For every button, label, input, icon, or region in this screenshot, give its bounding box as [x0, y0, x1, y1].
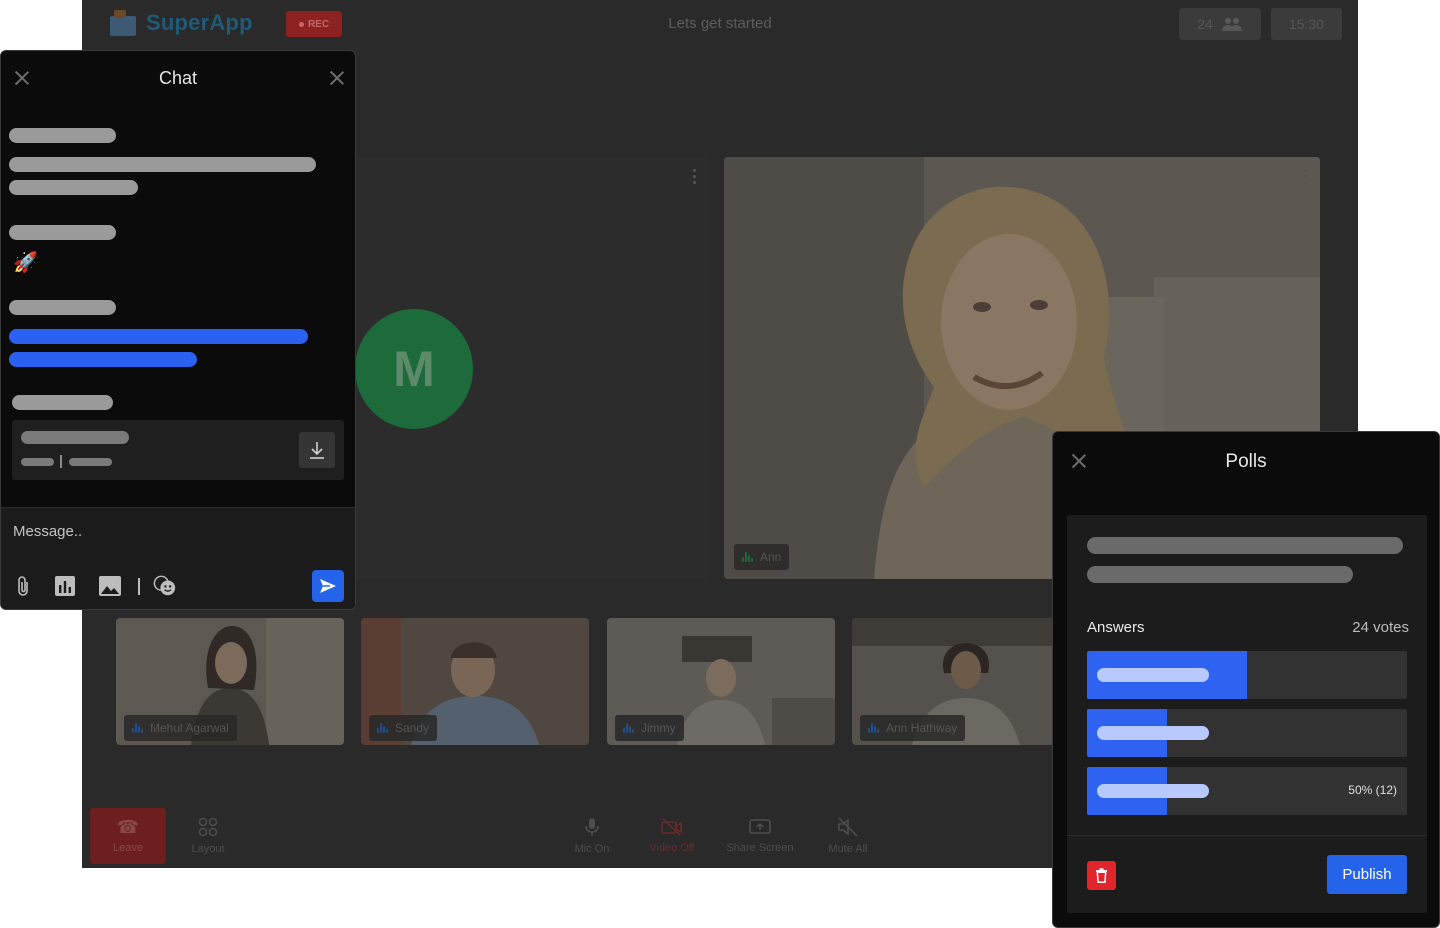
mic-button[interactable]: Mic On — [562, 808, 622, 864]
send-button[interactable] — [312, 570, 344, 602]
layout-label: Layout — [191, 843, 225, 855]
people-icon — [1221, 18, 1242, 31]
answer-text-placeholder — [1097, 668, 1209, 682]
share-screen-button[interactable]: Share Screen — [716, 808, 804, 864]
mic-level-icon — [868, 723, 880, 733]
file-meta-placeholder — [21, 458, 54, 466]
publish-button[interactable]: Publish — [1327, 855, 1407, 894]
leave-button[interactable]: ☎ Leave — [90, 808, 166, 864]
participant-name: Ann — [760, 550, 782, 564]
mic-level-icon — [377, 723, 389, 733]
video-off-icon — [661, 818, 682, 836]
participant-name-tag: Ann Hathway — [860, 715, 966, 741]
chat-header: Chat — [1, 51, 355, 105]
own-message-placeholder — [9, 352, 197, 367]
participant-name: Mehul Agarwal — [150, 721, 229, 735]
send-icon — [320, 579, 336, 593]
participant-name-tag: Ann — [734, 544, 790, 570]
thumbnail-tile[interactable]: Jimmy — [607, 618, 835, 745]
mute-all-button[interactable]: Mute All — [818, 808, 878, 864]
thumbnail-tile[interactable]: Mehul Agarwal — [116, 618, 344, 745]
answer-text-placeholder — [1097, 726, 1209, 740]
participant-count: 24 — [1197, 16, 1213, 32]
answer-result: 50% (12) — [1348, 783, 1397, 797]
message-line-placeholder — [9, 180, 138, 195]
message-sender-placeholder — [12, 395, 113, 410]
attachment-icon — [18, 576, 28, 596]
delete-poll-button[interactable] — [1087, 861, 1116, 890]
question-placeholder — [1087, 537, 1403, 554]
emoji-button[interactable] — [153, 574, 177, 598]
file-name-placeholder — [21, 431, 129, 444]
file-attachment-card[interactable] — [12, 420, 344, 480]
share-label: Share Screen — [726, 842, 794, 854]
chat-composer — [1, 508, 355, 609]
own-message-placeholder — [9, 329, 308, 344]
file-meta-placeholder — [69, 458, 112, 466]
message-sender-placeholder — [9, 128, 116, 143]
participant-name: Sandy — [395, 721, 430, 735]
meta-divider — [60, 455, 62, 468]
polls-title: Polls — [1225, 451, 1267, 472]
participant-name: Ann Hathway — [886, 721, 958, 735]
tile-menu-icon[interactable] — [1304, 169, 1308, 185]
thumbnail-tile[interactable]: Sandy — [361, 618, 589, 745]
poll-button[interactable] — [53, 574, 77, 598]
vote-count: 24 votes — [1352, 619, 1409, 636]
answer-text-placeholder — [1097, 784, 1209, 798]
rocket-emoji: 🚀 — [13, 252, 38, 274]
layout-button[interactable]: Layout — [178, 808, 238, 864]
image-button[interactable] — [98, 574, 122, 598]
video-label: Video Off — [649, 842, 695, 854]
poll-chart-icon — [55, 576, 75, 596]
message-line-placeholder — [9, 157, 316, 172]
mute-all-icon — [838, 817, 858, 837]
message-input[interactable] — [13, 520, 333, 542]
thumbnail-tile[interactable]: Ann Hathway — [852, 618, 1080, 745]
participant-name-tag: Sandy — [369, 715, 438, 741]
microphone-icon — [585, 818, 599, 836]
chat-panel: Chat 🚀 — [0, 50, 356, 610]
message-sender-placeholder — [9, 225, 116, 240]
mic-level-icon — [623, 723, 635, 733]
attachment-button[interactable] — [11, 574, 35, 598]
participant-avatar: M — [355, 309, 473, 429]
leave-label: Leave — [113, 842, 143, 854]
trash-icon — [1096, 868, 1107, 883]
grid-layout-icon — [198, 817, 218, 837]
mute-all-label: Mute All — [828, 843, 868, 855]
participants-button[interactable]: 24 — [1179, 8, 1261, 40]
download-icon — [310, 442, 324, 459]
meeting-title: Lets get started — [668, 15, 772, 32]
emoji-icon — [153, 575, 176, 596]
tile-menu-icon[interactable] — [693, 169, 697, 185]
chat-title: Chat — [158, 68, 198, 88]
speaking-icon — [742, 552, 754, 562]
polls-panel: Polls Answers 24 votes 50% (12) Publish — [1052, 431, 1440, 928]
download-button[interactable] — [299, 432, 335, 468]
participant-name-tag: Jimmy — [615, 715, 684, 741]
answer-option[interactable] — [1087, 709, 1407, 757]
mic-level-icon — [132, 723, 144, 733]
participant-name-tag: Mehul Agarwal — [124, 715, 237, 741]
message-sender-placeholder — [9, 300, 116, 315]
image-icon — [99, 576, 121, 596]
meeting-timer: 15:30 — [1271, 8, 1342, 40]
divider — [1067, 835, 1427, 836]
answer-option[interactable] — [1087, 651, 1407, 699]
answers-label: Answers — [1087, 619, 1145, 636]
answer-option[interactable]: 50% (12) — [1087, 767, 1407, 815]
participant-name: Jimmy — [641, 721, 676, 735]
phone-hangup-icon: ☎ — [116, 817, 140, 837]
mic-label: Mic On — [574, 843, 610, 855]
share-screen-icon — [749, 819, 771, 834]
video-button[interactable]: Video Off — [642, 808, 702, 864]
poll-card: Answers 24 votes 50% (12) Publish — [1067, 515, 1427, 913]
toolbar-divider — [138, 578, 140, 595]
close-icon[interactable] — [329, 70, 345, 86]
app-header: SuperApp REC Lets get started 24 15:30 — [82, 0, 1358, 48]
question-placeholder — [1087, 566, 1353, 583]
